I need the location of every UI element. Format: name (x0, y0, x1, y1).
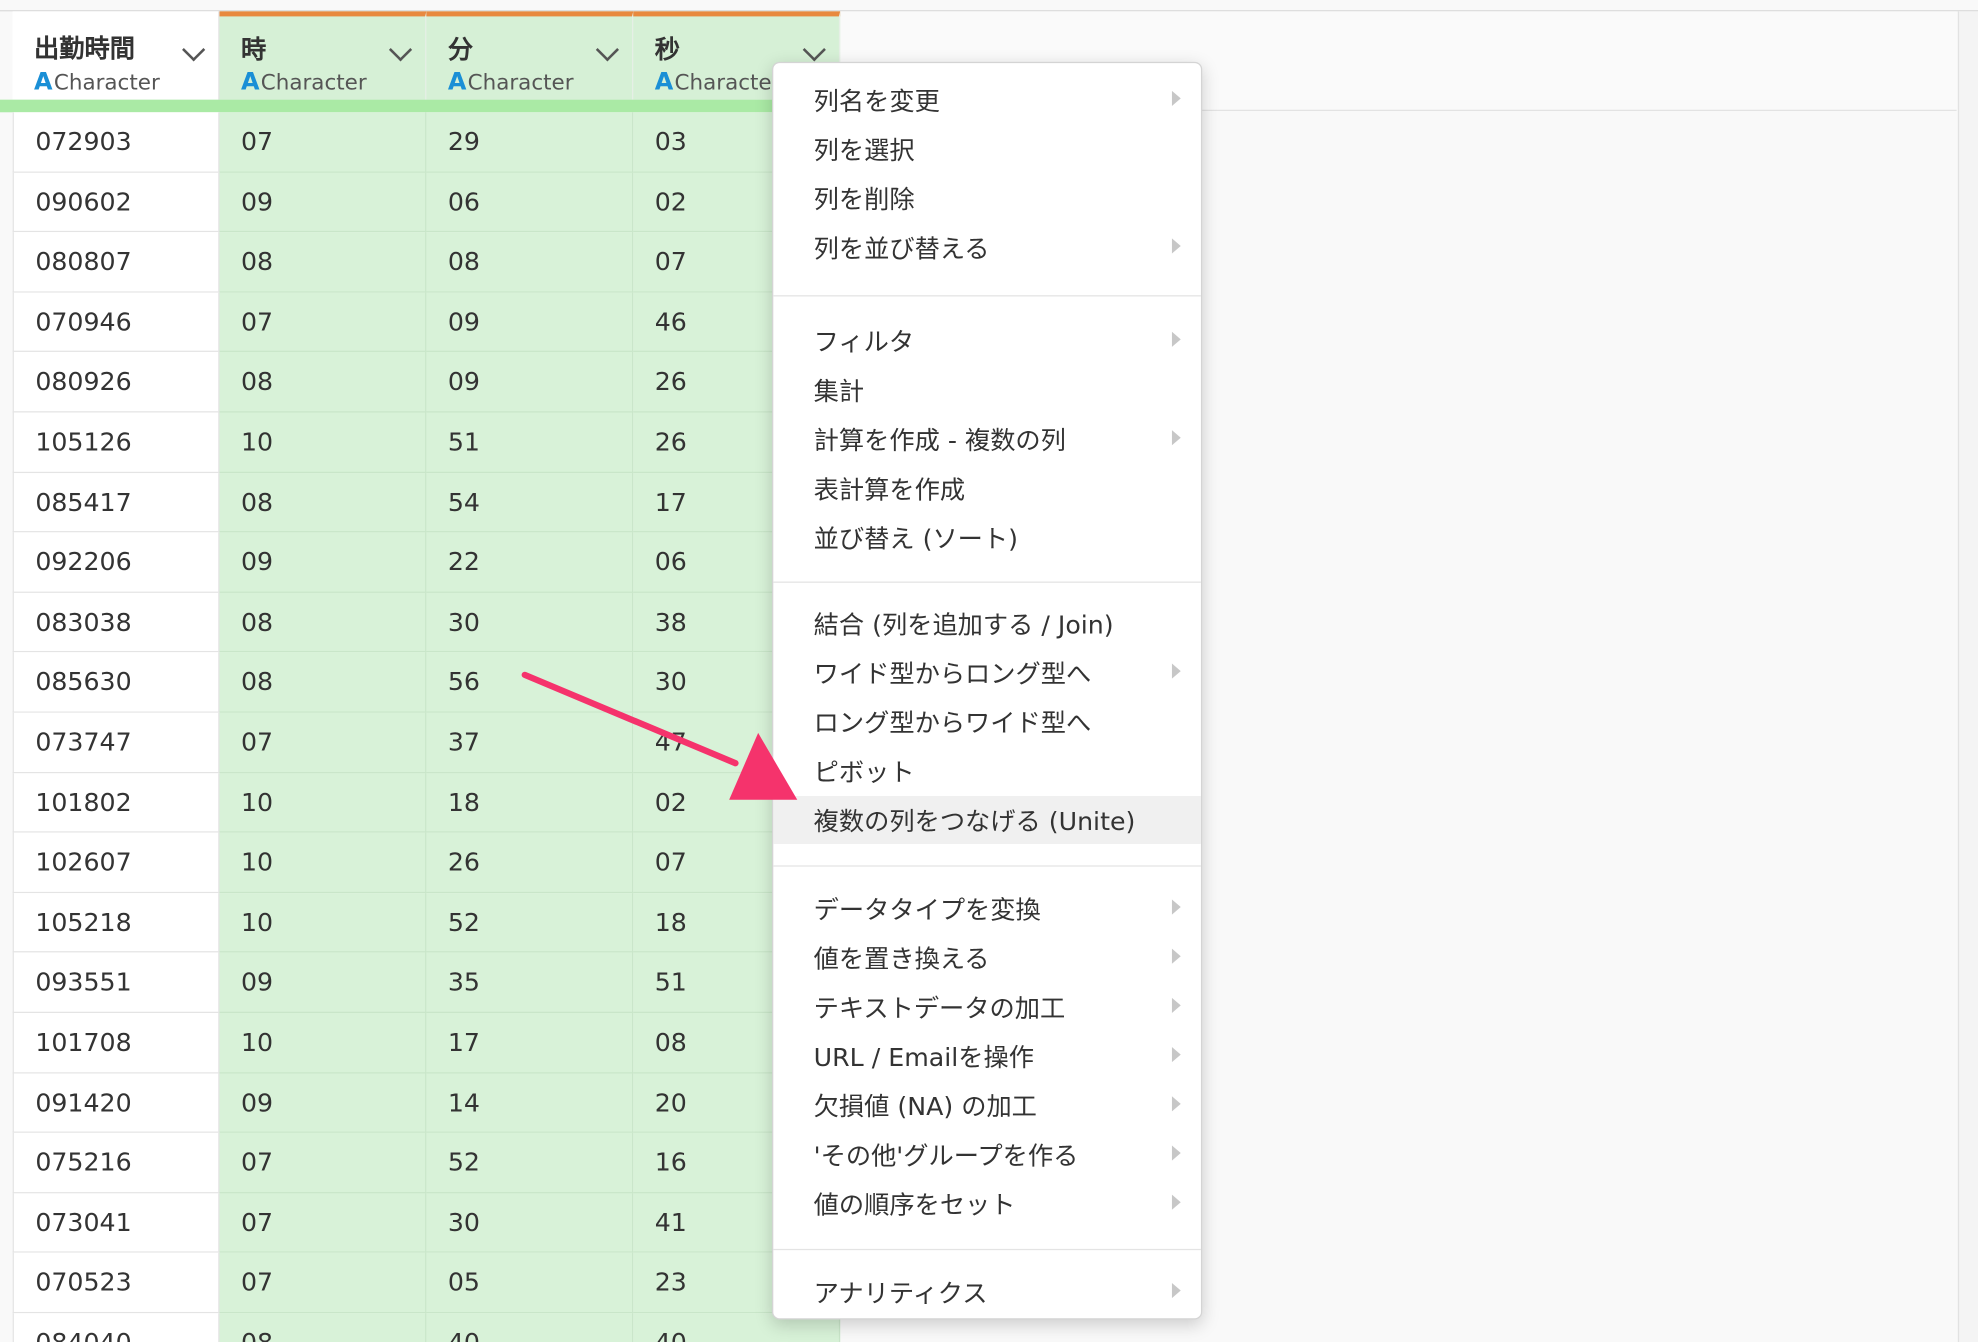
annotation-arrow-shaft (521, 671, 739, 767)
app-canvas: 出勤時間 ACharacter 時 ACharacter 分 ACharacter 秒 ACh… (0, 0, 1978, 1342)
annotation-arrow-head (729, 732, 798, 800)
annotation-arrow (521, 671, 798, 800)
